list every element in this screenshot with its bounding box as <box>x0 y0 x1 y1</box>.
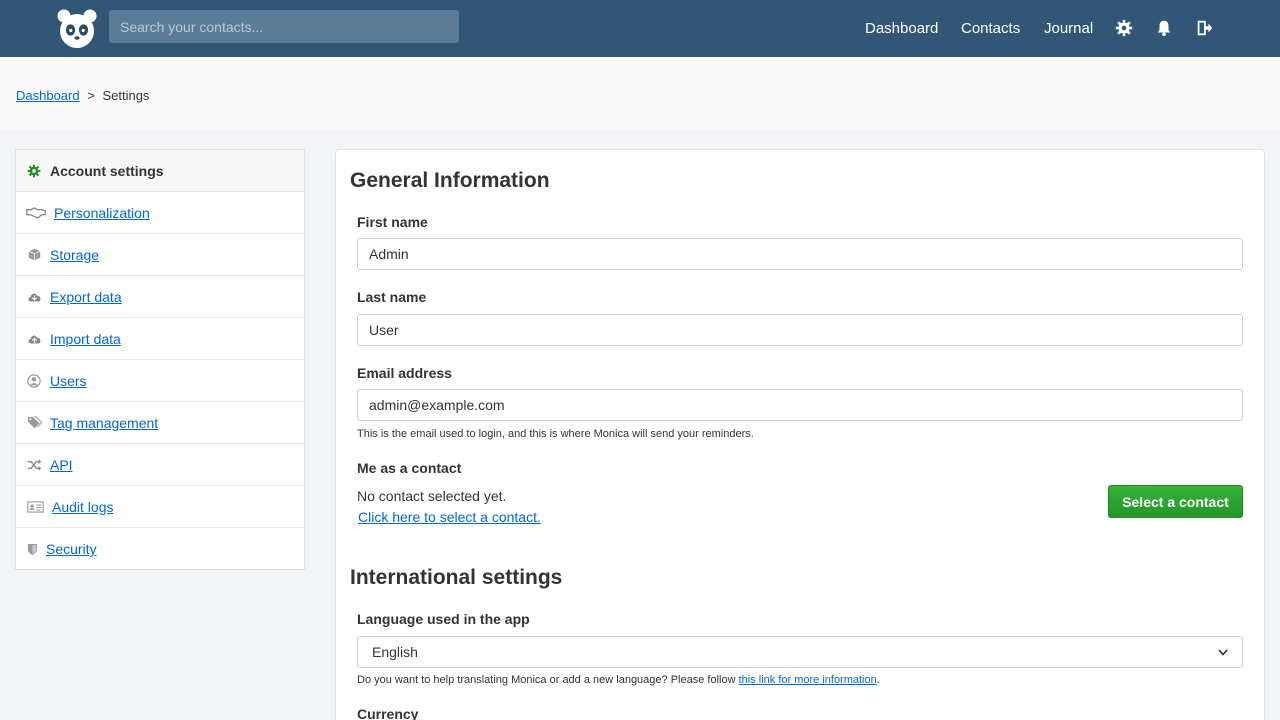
shield-icon <box>26 541 38 557</box>
sidebar-item-export-data[interactable]: Export data <box>16 276 304 318</box>
language-help-prefix: Do you want to help translating Monica o… <box>357 674 739 686</box>
nav-dashboard-link[interactable]: Dashboard <box>865 20 938 37</box>
translation-info-link[interactable]: this link for more information <box>739 674 877 686</box>
select-contact-link[interactable]: Click here to select a contact. <box>358 509 541 525</box>
sidebar-item-label[interactable]: Storage <box>50 247 99 263</box>
no-contact-text: No contact selected yet. <box>357 488 507 504</box>
logout-icon[interactable] <box>1195 19 1213 37</box>
last-name-label: Last name <box>357 289 427 305</box>
currency-label: Currency <box>357 706 419 720</box>
sidebar-item-security[interactable]: Security <box>16 528 304 570</box>
cloud-download-icon <box>26 289 42 305</box>
sidebar-item-label[interactable]: Security <box>46 541 97 557</box>
breadcrumb-separator: > <box>87 88 95 103</box>
sidebar-item-label[interactable]: Audit logs <box>52 499 113 515</box>
settings-panel: General Information First name Last name… <box>335 149 1265 720</box>
gear-icon[interactable] <box>1115 19 1133 37</box>
select-contact-button[interactable]: Select a contact <box>1108 485 1243 518</box>
sidebar-item-storage[interactable]: Storage <box>16 234 304 276</box>
general-information-heading: General Information <box>350 169 550 192</box>
me-as-contact-label: Me as a contact <box>357 460 462 476</box>
language-label: Language used in the app <box>357 611 530 627</box>
breadcrumb-bar: Dashboard > Settings <box>0 57 1280 129</box>
chevron-down-icon <box>1218 648 1228 656</box>
user-circle-icon <box>26 373 42 389</box>
sidebar-item-label[interactable]: Personalization <box>54 205 150 221</box>
first-name-label: First name <box>357 214 428 230</box>
sidebar-item-audit-logs[interactable]: Audit logs <box>16 486 304 528</box>
sidebar-item-users[interactable]: Users <box>16 360 304 402</box>
international-settings-heading: International settings <box>350 566 563 589</box>
first-name-field[interactable] <box>357 238 1243 270</box>
panda-logo-icon[interactable] <box>56 8 98 50</box>
gear-icon <box>26 163 42 179</box>
sidebar-item-account-settings[interactable]: Account settings <box>16 150 304 192</box>
sidebar-item-label[interactable]: Users <box>50 373 87 389</box>
id-card-icon <box>26 499 44 515</box>
sidebar-item-label: Account settings <box>50 162 164 179</box>
breadcrumb-current: Settings <box>102 88 150 103</box>
settings-sidebar: Account settings Personalization Storage… <box>15 149 305 570</box>
sidebar-item-tag-management[interactable]: Tag management <box>16 402 304 444</box>
search-input[interactable] <box>109 10 459 43</box>
sidebar-item-label[interactable]: Tag management <box>50 415 158 431</box>
sidebar-item-import-data[interactable]: Import data <box>16 318 304 360</box>
email-label: Email address <box>357 365 452 381</box>
language-selected-value: English <box>372 644 418 660</box>
breadcrumb-dashboard-link[interactable]: Dashboard <box>16 88 80 103</box>
sidebar-item-personalization[interactable]: Personalization <box>16 192 304 234</box>
nav-journal-link[interactable]: Journal <box>1044 20 1093 37</box>
nav-contacts-link[interactable]: Contacts <box>961 20 1020 37</box>
language-help-text: Do you want to help translating Monica o… <box>357 674 880 686</box>
breadcrumb: Dashboard > Settings <box>16 88 149 103</box>
email-field[interactable] <box>357 389 1243 421</box>
sidebar-item-label[interactable]: Export data <box>50 289 122 305</box>
bell-icon[interactable] <box>1155 19 1173 37</box>
sidebar-item-api[interactable]: API <box>16 444 304 486</box>
tags-icon <box>26 415 42 431</box>
email-help-text: This is the email used to login, and thi… <box>357 428 754 440</box>
cloud-upload-icon <box>26 331 42 347</box>
language-select[interactable]: English <box>357 636 1243 668</box>
language-help-suffix: . <box>876 674 880 686</box>
last-name-field[interactable] <box>357 314 1243 346</box>
sidebar-item-label[interactable]: Import data <box>50 331 121 347</box>
handshake-icon <box>26 205 46 221</box>
random-icon <box>26 457 42 473</box>
sidebar-item-label[interactable]: API <box>50 457 73 473</box>
top-navbar: Dashboard Contacts Journal <box>0 0 1280 57</box>
box-icon <box>26 247 42 263</box>
